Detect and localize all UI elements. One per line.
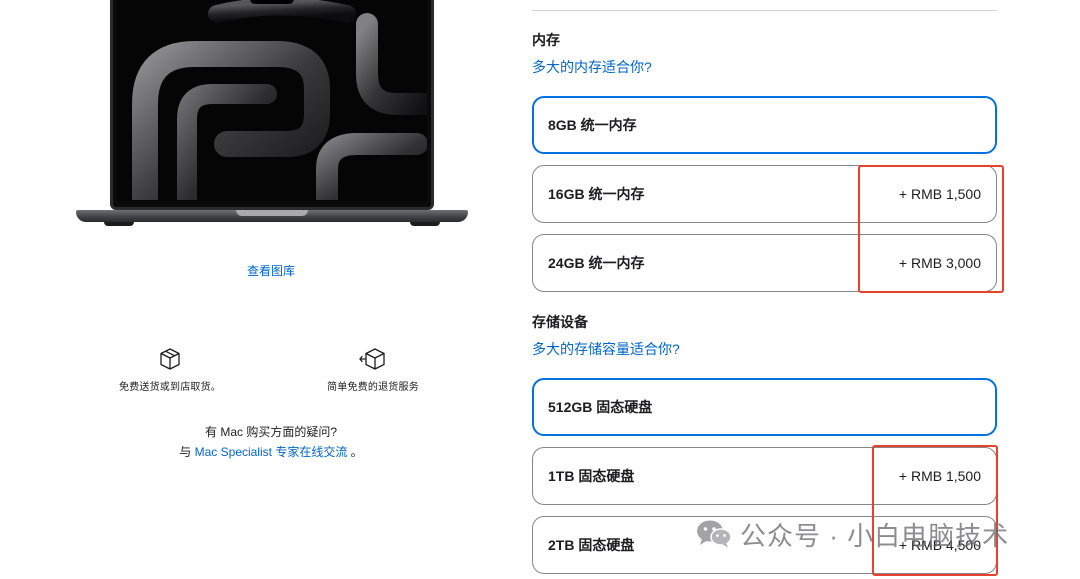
help-prefix: 与 xyxy=(179,445,195,459)
mac-purchase-question: 有 Mac 购买方面的疑问? xyxy=(204,425,337,439)
chat-with-specialist-link[interactable]: Mac Specialist 专家在线交流 xyxy=(195,445,348,459)
free-returns-info: 简单免费的退货服务 xyxy=(293,346,453,393)
free-delivery-info: 免费送货或到店取货。 xyxy=(90,346,250,393)
section-divider xyxy=(532,10,997,11)
memory-help-link[interactable]: 多大的内存适合你? xyxy=(532,57,652,77)
laptop-foot xyxy=(410,222,440,226)
option-label: 8GB 统一内存 xyxy=(548,117,637,133)
box-return-icon xyxy=(359,348,385,370)
option-label: 16GB 统一内存 xyxy=(548,186,645,202)
option-label: 24GB 统一内存 xyxy=(548,255,645,271)
box-icon xyxy=(160,348,180,370)
option-label: 512GB 固态硬盘 xyxy=(548,399,653,415)
wechat-icon xyxy=(696,519,732,549)
watermark: 公众号 · 小白电脑技术 xyxy=(696,514,1009,554)
free-returns-label: 简单免费的退货服务 xyxy=(327,382,419,393)
view-gallery-link[interactable]: 查看图库 xyxy=(0,262,542,279)
option-label: 2TB 固态硬盘 xyxy=(548,537,635,553)
specialist-help-line: 与 Mac Specialist 专家在线交流 。 xyxy=(0,443,542,460)
laptop-screen-wallpaper xyxy=(117,0,427,201)
macbook-pro-image xyxy=(76,0,468,235)
laptop-notch xyxy=(250,0,294,4)
laptop-base-lip xyxy=(236,210,308,216)
help-suffix: 。 xyxy=(347,445,363,459)
laptop-foot xyxy=(104,222,134,226)
storage-section-title: 存储设备 xyxy=(532,314,588,330)
storage-help-link[interactable]: 多大的存储容量适合你? xyxy=(532,339,680,359)
memory-section-title: 内存 xyxy=(532,32,560,48)
storage-price-highlight-box xyxy=(872,445,998,576)
free-delivery-label: 免费送货或到店取货。 xyxy=(119,382,221,393)
option-label: 1TB 固态硬盘 xyxy=(548,468,635,484)
storage-option-512gb[interactable]: 512GB 固态硬盘 xyxy=(532,378,997,436)
laptop-lid xyxy=(110,0,434,210)
watermark-text: 公众号 · 小白电脑技术 xyxy=(740,520,1010,551)
memory-price-highlight-box xyxy=(858,165,1004,293)
memory-option-8gb[interactable]: 8GB 统一内存 xyxy=(532,96,997,154)
